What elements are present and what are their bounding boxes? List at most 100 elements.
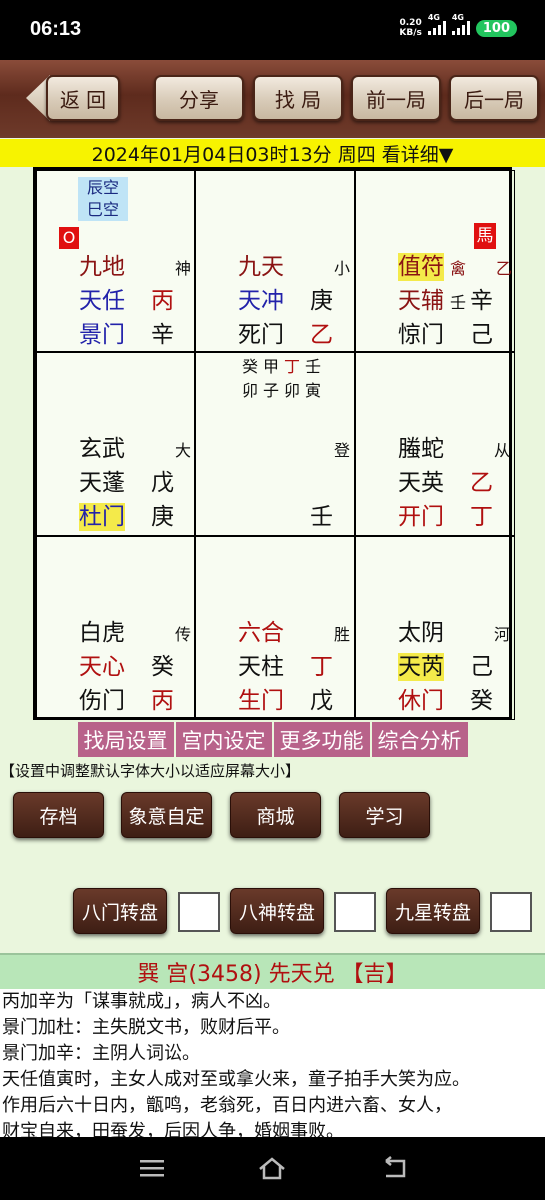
gate-turn-button[interactable]: 八门转盘 [73, 888, 167, 934]
star-turn-checkbox[interactable] [490, 892, 532, 932]
god-name: 值符 [398, 253, 444, 281]
god-tag: 胜 [334, 625, 351, 644]
horse-marker: 馬 [474, 223, 496, 249]
palace-qian[interactable]: 太阴 河 天芮 己 休门 癸 [355, 536, 515, 720]
gate-stem: 戊 [310, 688, 333, 714]
prev-button[interactable]: 前一局 [351, 75, 441, 121]
star-turn-button[interactable]: 九星转盘 [386, 888, 480, 934]
next-button[interactable]: 后一局 [449, 75, 539, 121]
palace-grid: 辰空 巳空 O 九地 神 天任 丙 景门 辛 九天 小 天冲 庚 死门 乙 馬 值… [33, 167, 515, 720]
star-name: 天芮 [398, 653, 444, 681]
store-button[interactable]: 商城 [230, 792, 321, 838]
star-stem: 丙 [151, 288, 174, 314]
star-name: 天冲 [238, 288, 284, 314]
star-name: 天心 [79, 654, 125, 680]
gate-stem: 乙 [310, 322, 333, 348]
gate-stem: 辛 [151, 322, 174, 348]
gate-name: 休门 [398, 688, 444, 714]
share-button[interactable]: 分享 [154, 75, 244, 121]
speed-unit: KB/s [399, 28, 422, 38]
god-name: 九地 [79, 254, 125, 280]
palace-kan[interactable]: 六合 胜 天柱 丁 生门 戊 [195, 536, 355, 720]
star-name: 天蓬 [79, 470, 125, 496]
god-turn-button[interactable]: 八神转盘 [230, 888, 324, 934]
star-stem: 庚 [310, 288, 333, 314]
star-name: 天任 [79, 288, 125, 314]
status-time: 06:13 [30, 18, 82, 40]
signal-icon-1: 4G [427, 13, 446, 35]
save-button[interactable]: 存档 [13, 792, 104, 838]
star-name: 天柱 [238, 654, 284, 680]
battery-icon: 100 [475, 19, 517, 37]
network-type-1: 4G [427, 13, 440, 22]
god-name: 螣蛇 [398, 436, 444, 462]
gate-name: 杜门 [79, 503, 125, 531]
star-stem-small: 壬 [450, 293, 467, 312]
detail-line: 天任值寅时，主女人成对至或拿火来，童子拍手大笑为应。 [2, 1069, 470, 1090]
detail-line: 作用后六十日内，甑鸣，老翁死，百日内进六畜、女人， [2, 1095, 452, 1116]
palace-gen[interactable]: 白虎 传 天心 癸 伤门 丙 [36, 536, 195, 720]
god-name: 六合 [238, 620, 284, 646]
menu-find-settings[interactable]: 找局设置 [77, 722, 174, 757]
god-turn-checkbox[interactable] [334, 892, 376, 932]
gate-stem: 癸 [470, 688, 493, 714]
god-tag: 从 [494, 441, 511, 460]
panel-title: 巽 宫(3458) 先天兑 【吉】 [0, 953, 545, 989]
detail-line: 丙加辛为「谋事就成」，病人不凶。 [2, 991, 281, 1012]
god-name: 九天 [238, 254, 284, 280]
back-button[interactable]: 返 回 [46, 75, 120, 121]
network-type-2: 4G [451, 13, 464, 22]
center-tag: 登 [334, 441, 351, 460]
date-line[interactable]: 2024年01月04日03时13分 周四 看详细▼ [0, 139, 545, 167]
god-tag: 小 [334, 259, 351, 278]
hint-text: 【设置中调整默认字体大小以适应屏幕大小】 [0, 762, 301, 780]
learn-button[interactable]: 学习 [339, 792, 430, 838]
god-tag: 传 [175, 625, 192, 644]
gate-stem: 丁 [470, 504, 493, 530]
ganzhi-row-1: 癸甲丁壬 [242, 357, 327, 376]
god-tag: 大 [175, 441, 192, 460]
star-name: 天英 [398, 470, 444, 496]
system-nav-bar [0, 1137, 545, 1200]
palace-kun[interactable]: 馬 值符 禽 乙 天辅 壬 辛 惊门 己 [355, 170, 515, 352]
ganzhi-row-2: 卯子卯寅 [242, 381, 327, 400]
speed-value: 0.20 [399, 18, 422, 28]
gate-name: 伤门 [79, 688, 125, 714]
god-tag: 禽 [450, 259, 467, 278]
god-name: 玄武 [79, 436, 125, 462]
app-screen: 06:13 0.20 KB/s 4G 4G 100 返 回 分享 找 局 前一局… [0, 0, 545, 1200]
menu-bar: 找局设置 宫内设定 更多功能 综合分析 [0, 720, 545, 758]
palace-dui[interactable]: 螣蛇 从 天英 乙 开门 丁 [355, 352, 515, 536]
top-toolbar: 返 回 分享 找 局 前一局 后一局 [0, 60, 545, 138]
status-bar: 06:13 0.20 KB/s 4G 4G 100 [0, 0, 545, 60]
gate-stem: 己 [470, 322, 493, 348]
palace-center[interactable]: 癸甲丁壬 卯子卯寅 登 壬 [195, 352, 355, 536]
star-name: 天辅 [398, 288, 444, 314]
star-stem: 戊 [151, 470, 174, 496]
god-tag: 神 [175, 259, 192, 278]
menu-icon[interactable] [137, 1155, 167, 1181]
star-stem: 辛 [470, 288, 493, 314]
back-icon[interactable] [380, 1155, 410, 1181]
marker-o: O [59, 227, 79, 249]
god-name: 太阴 [398, 620, 444, 646]
detail-line: 景门加杜：主失脱文书，败财后平。 [2, 1017, 290, 1038]
gate-name: 生门 [238, 688, 284, 714]
detail-line: 景门加辛：主阴人词讼。 [2, 1043, 200, 1064]
home-icon[interactable] [257, 1155, 287, 1181]
gate-name: 惊门 [398, 322, 444, 348]
center-stem: 壬 [310, 504, 333, 530]
menu-more-functions[interactable]: 更多功能 [273, 722, 370, 757]
palace-li[interactable]: 九天 小 天冲 庚 死门 乙 [195, 170, 355, 352]
find-button[interactable]: 找 局 [253, 75, 343, 121]
signal-icon-2: 4G [451, 13, 470, 35]
palace-xun[interactable]: 辰空 巳空 O 九地 神 天任 丙 景门 辛 [36, 170, 195, 352]
status-icons: 0.20 KB/s 4G 4G 100 [399, 13, 517, 38]
menu-analysis[interactable]: 综合分析 [371, 722, 468, 757]
gate-turn-checkbox[interactable] [178, 892, 220, 932]
custom-meaning-button[interactable]: 象意自定 [121, 792, 212, 838]
detail-line: 财宝自来，田蚕发，后因人争，婚姻事败。 [2, 1121, 344, 1137]
god-name: 白虎 [79, 620, 125, 646]
menu-palace-settings[interactable]: 宫内设定 [175, 722, 272, 757]
palace-zhen[interactable]: 玄武 大 天蓬 戊 杜门 庚 [36, 352, 195, 536]
